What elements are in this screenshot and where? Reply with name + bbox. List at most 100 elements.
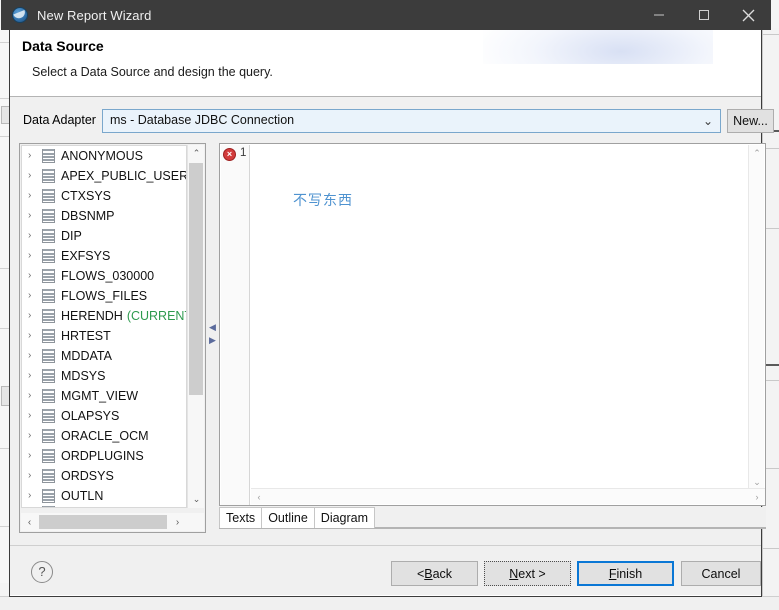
tree-item-mddata[interactable]: › MDDATA bbox=[22, 346, 186, 366]
back-button[interactable]: < Back bbox=[391, 561, 478, 586]
tree-item-dbsnmp[interactable]: › DBSNMP bbox=[22, 206, 186, 226]
chevron-right-icon[interactable]: › bbox=[28, 311, 42, 321]
chevron-right-icon[interactable]: › bbox=[28, 211, 42, 221]
chevron-right-icon[interactable]: › bbox=[28, 506, 42, 507]
chevron-right-icon[interactable]: › bbox=[28, 391, 42, 401]
scroll-up-icon[interactable]: ⌃ bbox=[749, 145, 765, 161]
tree-item-olapsys[interactable]: › OLAPSYS bbox=[22, 406, 186, 426]
window-controls bbox=[636, 0, 771, 30]
tree-item-oracle_ocm[interactable]: › ORACLE_OCM bbox=[22, 426, 186, 446]
collapse-left-icon[interactable]: ◀ bbox=[209, 322, 216, 332]
database-schema-icon bbox=[42, 389, 55, 403]
chevron-right-icon[interactable]: › bbox=[28, 231, 42, 241]
database-schema-icon bbox=[42, 249, 55, 263]
tab-label: Diagram bbox=[320, 511, 369, 525]
background-app-bottom-strip bbox=[0, 596, 779, 610]
tree-item-ordplugins[interactable]: › ORDPLUGINS bbox=[22, 446, 186, 466]
tree-item-label: HERENDH bbox=[61, 309, 123, 323]
tree-item-label: APEX_PUBLIC_USER bbox=[61, 169, 187, 183]
chevron-right-icon[interactable]: › bbox=[28, 411, 42, 421]
scrollbar-thumb[interactable] bbox=[39, 515, 167, 529]
tree-item-label: EXFSYS bbox=[61, 249, 111, 263]
chevron-right-icon[interactable]: › bbox=[28, 291, 42, 301]
chevron-right-icon[interactable]: › bbox=[28, 251, 42, 261]
scroll-up-icon[interactable]: ⌃ bbox=[188, 145, 205, 162]
tree-item-label: ORDSYS bbox=[61, 469, 114, 483]
database-schema-icon bbox=[42, 429, 55, 443]
editor-gutter bbox=[221, 145, 250, 505]
chevron-right-icon[interactable]: › bbox=[28, 271, 42, 281]
error-marker-icon[interactable]: × bbox=[223, 148, 236, 161]
database-schema-icon bbox=[42, 449, 55, 463]
tab-texts[interactable]: Texts bbox=[219, 507, 263, 528]
scroll-right-icon[interactable]: › bbox=[749, 489, 765, 505]
tree-item-exfsys[interactable]: › EXFSYS bbox=[22, 246, 186, 266]
chevron-right-icon[interactable]: › bbox=[28, 151, 42, 161]
tree-item-outln[interactable]: › OUTLN bbox=[22, 486, 186, 506]
tree-item-flows_files[interactable]: › FLOWS_FILES bbox=[22, 286, 186, 306]
schema-tree-list[interactable]: › ANONYMOUS › APEX_PUBLIC_USER › CTXSYS › DBSNM… bbox=[21, 145, 187, 508]
query-panel: × 1 不写东西 ⌃ ⌄ ‹ › Texts Outline Diagram bbox=[219, 143, 774, 533]
query-editor[interactable]: × 1 不写东西 ⌃ ⌄ ‹ › bbox=[219, 143, 766, 506]
tree-item-label: HRTEST bbox=[61, 329, 111, 343]
query-text[interactable]: 不写东西 bbox=[293, 190, 353, 210]
tree-item-hrtest[interactable]: › HRTEST bbox=[22, 326, 186, 346]
chevron-right-icon[interactable]: › bbox=[28, 491, 42, 501]
tree-item-anonymous[interactable]: › ANONYMOUS bbox=[22, 146, 186, 166]
query-vertical-scrollbar[interactable]: ⌃ ⌄ bbox=[748, 145, 764, 490]
tree-item-dip[interactable]: › DIP bbox=[22, 226, 186, 246]
tree-item-herendh[interactable]: › HERENDH (CURRENT bbox=[22, 306, 186, 326]
tree-item-owbsys[interactable]: › OWBSYS bbox=[22, 506, 186, 507]
schema-tree-vertical-scrollbar[interactable]: ⌃ ⌄ bbox=[187, 145, 204, 508]
chevron-right-icon[interactable]: › bbox=[28, 191, 42, 201]
header-glow-decoration bbox=[483, 30, 713, 64]
tree-item-label: DBSNMP bbox=[61, 209, 115, 223]
database-schema-icon bbox=[42, 289, 55, 303]
tab-outline[interactable]: Outline bbox=[262, 507, 315, 528]
chevron-right-icon[interactable]: › bbox=[28, 171, 42, 181]
tree-item-apex_public_user[interactable]: › APEX_PUBLIC_USER bbox=[22, 166, 186, 186]
tree-item-label: MGMT_VIEW bbox=[61, 389, 139, 403]
close-icon[interactable] bbox=[726, 0, 771, 30]
database-schema-icon bbox=[42, 149, 55, 163]
data-adapter-label: Data Adapter bbox=[23, 113, 96, 127]
tree-item-mdsys[interactable]: › MDSYS bbox=[22, 366, 186, 386]
chevron-right-icon[interactable]: › bbox=[28, 451, 42, 461]
finish-button[interactable]: Finish bbox=[577, 561, 674, 586]
cancel-button[interactable]: Cancel bbox=[681, 561, 761, 586]
tree-item-label: MDSYS bbox=[61, 369, 106, 383]
panel-splitter[interactable]: ◀ ▶ bbox=[206, 143, 219, 533]
tree-item-label: ORDPLUGINS bbox=[61, 449, 144, 463]
scrollbar-thumb[interactable] bbox=[189, 163, 203, 395]
query-horizontal-scrollbar[interactable]: ‹ › bbox=[251, 488, 765, 504]
scroll-right-icon[interactable]: › bbox=[169, 513, 186, 531]
collapse-right-icon[interactable]: ▶ bbox=[209, 335, 216, 345]
tree-item-ctxsys[interactable]: › CTXSYS bbox=[22, 186, 186, 206]
data-adapter-select[interactable]: ms - Database JDBC Connection ⌄ bbox=[102, 109, 721, 133]
chevron-right-icon[interactable]: › bbox=[28, 331, 42, 341]
chevron-right-icon[interactable]: › bbox=[28, 471, 42, 481]
tree-item-label: ORACLE_OCM bbox=[61, 429, 149, 443]
tree-item-label: OLAPSYS bbox=[61, 409, 120, 423]
database-schema-icon bbox=[42, 349, 55, 363]
tree-item-mgmt_view[interactable]: › MGMT_VIEW bbox=[22, 386, 186, 406]
chevron-right-icon[interactable]: › bbox=[28, 351, 42, 361]
tree-item-ordsys[interactable]: › ORDSYS bbox=[22, 466, 186, 486]
schema-tree-horizontal-scrollbar[interactable]: ‹ › bbox=[21, 513, 204, 531]
next-button[interactable]: Next > bbox=[484, 561, 571, 586]
chevron-right-icon[interactable]: › bbox=[28, 431, 42, 441]
database-schema-icon bbox=[42, 409, 55, 423]
scroll-left-icon[interactable]: ‹ bbox=[251, 489, 267, 505]
wizard-body: Data Adapter ms - Database JDBC Connecti… bbox=[10, 97, 774, 545]
new-data-adapter-button[interactable]: New... bbox=[727, 109, 774, 133]
tree-item-flows_030000[interactable]: › FLOWS_030000 bbox=[22, 266, 186, 286]
maximize-icon[interactable] bbox=[681, 0, 726, 30]
tree-item-label: DIP bbox=[61, 229, 82, 243]
scroll-left-icon[interactable]: ‹ bbox=[21, 513, 38, 531]
tab-diagram[interactable]: Diagram bbox=[314, 507, 376, 528]
minimize-icon[interactable] bbox=[636, 0, 681, 30]
tree-item-label: MDDATA bbox=[61, 349, 112, 363]
chevron-right-icon[interactable]: › bbox=[28, 371, 42, 381]
scroll-down-icon[interactable]: ⌄ bbox=[188, 491, 205, 508]
help-button[interactable]: ? bbox=[31, 561, 53, 583]
